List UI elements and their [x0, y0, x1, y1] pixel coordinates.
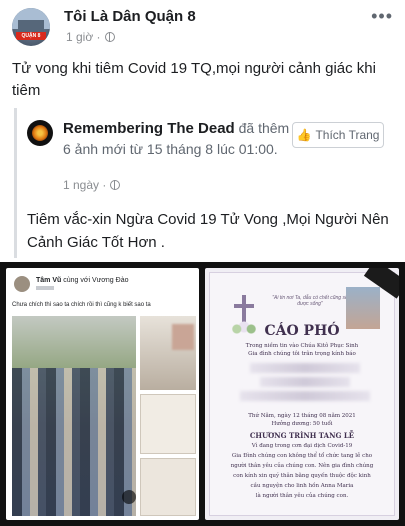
- left-caption: Chưa chích thì sao ta chích rồi thì cũng…: [12, 302, 151, 308]
- side-photo-3: [140, 458, 196, 516]
- post-meta: 1 giờ ·: [66, 30, 115, 44]
- shared-post: Remembering The Dead đã thêm 6 ảnh mới t…: [14, 108, 394, 258]
- left-author: Tâm Vũ cùng với Vương Đào: [36, 277, 129, 284]
- side-photo-2: [140, 394, 196, 454]
- more-options-icon[interactable]: •••: [371, 6, 393, 27]
- page-name[interactable]: Tôi Là Dân Quận 8: [64, 8, 196, 25]
- shared-page-name[interactable]: Remembering The Dead: [63, 120, 235, 137]
- obituary-quote: "Ai tin nơi Ta, dẫu có chết cũng sẽ được…: [272, 295, 348, 307]
- obituary-card: "Ai tin nơi Ta, dẫu có chết cũng sẽ được…: [205, 268, 399, 520]
- globe-icon: [110, 180, 121, 190]
- funeral-program-title: CHƯƠNG TRÌNH TANG LỄ: [249, 431, 355, 440]
- thumbs-up-icon: 👍: [296, 128, 312, 142]
- shared-page-avatar[interactable]: [27, 120, 53, 146]
- left-avatar: [14, 276, 30, 292]
- blurred-face: [172, 324, 194, 350]
- obituary-body-2: người thân yêu của chúng con. Nên gia đì…: [230, 463, 374, 469]
- shared-post-text: Tiêm vắc-xin Ngừa Covid 19 Tử Vong ,Mọi …: [27, 211, 389, 251]
- play-icon: [122, 490, 136, 504]
- obituary-date: Thứ Năm, ngày 12 tháng 08 năm 2021: [248, 413, 356, 419]
- obituary-line-1: Trong niềm tin vào Chúa Kitô Phục Sinh: [245, 343, 359, 349]
- post-time[interactable]: 1 giờ ·: [66, 30, 101, 44]
- blurred-detail-bar: [260, 377, 350, 387]
- like-page-button[interactable]: 👍 Thích Trang: [292, 122, 384, 148]
- blurred-detail-bar: [240, 391, 370, 401]
- obituary-body-4: cầu nguyện cho linh hồn Anna Maria: [250, 483, 354, 489]
- shared-meta: 1 ngày ·: [63, 178, 121, 192]
- like-page-label: Thích Trang: [315, 128, 380, 142]
- shared-post-title: Remembering The Dead đã thêm 6 ảnh mới t…: [63, 118, 293, 159]
- avatar-tag: QUẬN 8: [16, 32, 46, 40]
- post-photo[interactable]: Tâm Vũ cùng với Vương Đào Chưa chích thì…: [0, 262, 405, 526]
- post-header: QUẬN 8 Tôi Là Dân Quận 8 1 giờ · •••: [10, 6, 395, 46]
- crowd-figures: [12, 368, 136, 516]
- obituary-body-5: là người thân yêu của chúng con.: [255, 493, 349, 499]
- obituary-pandemic: Vì đang trong cơn đại dịch Covid-19: [251, 443, 353, 449]
- blurred-name-bar: [250, 363, 360, 373]
- obituary-body-1: Gia Đình chúng con không thể tổ chức tan…: [231, 453, 373, 459]
- page-avatar[interactable]: QUẬN 8: [12, 8, 50, 46]
- globe-icon: [104, 32, 115, 42]
- shared-time[interactable]: 1 ngày ·: [63, 178, 106, 192]
- obituary-age: Hưởng dương: 50 tuổi: [271, 421, 333, 427]
- left-screenshot: Tâm Vũ cùng với Vương Đào Chưa chích thì…: [6, 268, 199, 520]
- obituary-body-3: con kính xin quý thân bằng quyến thuộc đ…: [233, 473, 371, 479]
- obituary-title: CÁO PHÓ: [264, 323, 340, 339]
- facebook-post: QUẬN 8 Tôi Là Dân Quận 8 1 giờ · ••• Tử …: [0, 0, 405, 526]
- post-caption: Tử vong khi tiêm Covid 19 TQ,mọi người c…: [12, 60, 376, 99]
- obituary-line-2: Gia đình chúng tôi trân trọng kính báo: [248, 351, 356, 357]
- left-time: [36, 286, 54, 290]
